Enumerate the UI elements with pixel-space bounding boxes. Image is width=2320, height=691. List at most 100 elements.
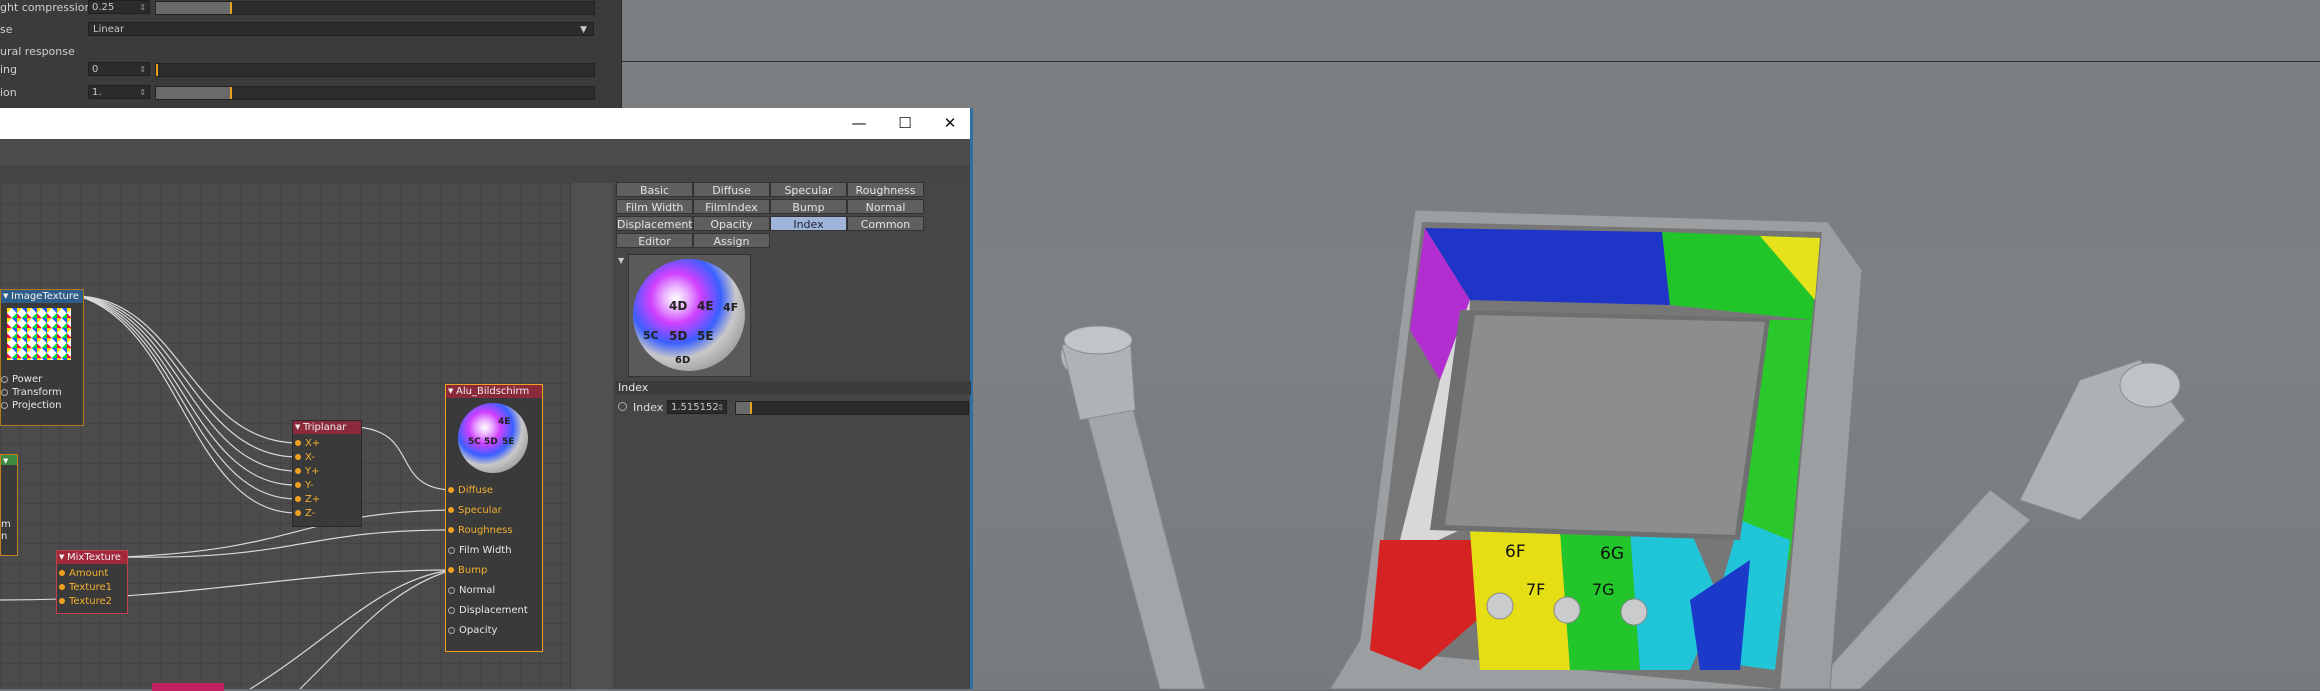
spinner-icon[interactable]: ⇕ (717, 401, 724, 415)
port-label: X+ (305, 438, 321, 449)
ing-slider[interactable] (155, 63, 595, 77)
port-z-minus[interactable]: Z- (295, 508, 315, 519)
port-label: Transform (12, 387, 62, 398)
setting-row-natural-response: ural response (0, 44, 621, 60)
spinner-icon[interactable]: ⇕ (139, 86, 146, 100)
preview-cell-label: 4E (498, 417, 511, 427)
mix-texture-node[interactable]: MixTexture Amount Texture1 Texture2 (56, 550, 128, 614)
port-power[interactable]: Power (1, 374, 42, 385)
alu-material-node[interactable]: Alu_Bildschirm 4E 5C 5D 5E Diffuse Specu… (445, 384, 543, 652)
port-diffuse[interactable]: Diffuse (448, 485, 493, 496)
tab-assign[interactable]: Assign (693, 233, 770, 248)
render-settings-panel: ght compression 0.25 ⇕ se Linear ▼ ural re… (0, 0, 622, 108)
node-header[interactable]: MixTexture (57, 551, 127, 564)
window-titlebar[interactable]: — ☐ ✕ (0, 108, 973, 140)
port-projection[interactable]: Projection (1, 400, 61, 411)
tab-basic[interactable]: Basic (616, 182, 693, 197)
preview-sphere: 4D 4E 4F 5C 5D 5E 6D (633, 259, 745, 371)
panel-divider[interactable] (570, 183, 614, 689)
port-label: Power (12, 374, 43, 385)
preview-cell-label: 5D (669, 329, 688, 343)
port-label: X- (305, 452, 315, 463)
port-specular[interactable]: Specular (448, 505, 502, 516)
port-y-plus[interactable]: Y+ (295, 466, 320, 477)
field-value: 0 (92, 64, 99, 75)
right-joystick-arm (1809, 359, 2186, 689)
window-edge (970, 108, 973, 689)
partial-bottom-node[interactable] (152, 683, 224, 691)
port-x-plus[interactable]: X+ (295, 438, 320, 449)
port-texture2[interactable]: Texture2 (59, 596, 112, 607)
tab-opacity[interactable]: Opacity (693, 216, 770, 231)
preview-cell-label: 4F (723, 301, 739, 314)
setting-label: ing (0, 63, 18, 76)
tab-roughness[interactable]: Roughness (847, 182, 924, 197)
preview-cell-label: 5E (502, 437, 515, 447)
port-film-width[interactable]: Film Width (448, 545, 512, 556)
cabinet-body (1329, 209, 1863, 689)
setting-row-response: se Linear ▼ (0, 22, 621, 38)
triplanar-node[interactable]: Triplanar X+ X- Y+ Y- Z+ Z- (292, 420, 362, 527)
ion-slider[interactable] (155, 86, 595, 100)
port-y-minus[interactable]: Y- (295, 480, 314, 491)
port-label: Film Width (459, 545, 512, 556)
port-label: Specular (458, 505, 502, 516)
minimize-button[interactable]: — (836, 108, 882, 139)
partial-node[interactable]: m n (0, 454, 18, 556)
spinner-icon[interactable]: ⇕ (139, 1, 146, 15)
response-dropdown[interactable]: Linear ▼ (88, 22, 594, 36)
tab-specular[interactable]: Specular (770, 182, 847, 197)
port-displacement[interactable]: Displacement (448, 605, 528, 616)
tab-common[interactable]: Common (847, 216, 924, 231)
index-param-row: Index 1.515152 ⇕ (615, 400, 971, 416)
port-opacity[interactable]: Opacity (448, 625, 497, 636)
tab-normal[interactable]: Normal (847, 199, 924, 214)
index-value-field[interactable]: 1.515152 ⇕ (667, 400, 727, 414)
node-header[interactable]: Triplanar (293, 421, 361, 434)
tab-film-width[interactable]: Film Width (616, 199, 693, 214)
slider-handle[interactable] (230, 2, 233, 14)
ing-field[interactable]: 0 ⇕ (88, 62, 150, 76)
node-header[interactable]: ImageTexture (1, 290, 83, 303)
port-transform[interactable]: Transform (1, 387, 62, 398)
partial-port-m[interactable]: m (1, 519, 11, 530)
compression-slider[interactable] (155, 1, 595, 15)
port-texture1[interactable]: Texture1 (59, 582, 112, 593)
ion-field[interactable]: 1. ⇕ (88, 85, 150, 99)
slider-handle[interactable] (230, 87, 233, 99)
port-roughness[interactable]: Roughness (448, 525, 513, 536)
partial-port-n[interactable]: n (1, 531, 7, 542)
radio-icon[interactable] (618, 402, 627, 411)
spinner-icon[interactable]: ⇕ (139, 63, 146, 77)
tab-filmindex[interactable]: FilmIndex (693, 199, 770, 214)
maximize-button[interactable]: ☐ (882, 108, 928, 139)
tab-displacement[interactable]: Displacement (616, 216, 693, 231)
section-title: Index (618, 381, 649, 394)
port-label: Opacity (459, 625, 498, 636)
node-header[interactable] (1, 455, 17, 468)
menu-bar (0, 139, 973, 166)
slider-handle[interactable] (749, 402, 752, 414)
screen-label-7f: 7F (1526, 580, 1546, 599)
field-value: 0.25 (92, 2, 115, 13)
port-normal[interactable]: Normal (448, 585, 495, 596)
tab-editor[interactable]: Editor (616, 233, 693, 248)
index-section-header[interactable]: Index (615, 381, 971, 395)
port-amount[interactable]: Amount (59, 568, 108, 579)
tab-bump[interactable]: Bump (770, 199, 847, 214)
close-button[interactable]: ✕ (927, 108, 973, 139)
slider-fill (156, 87, 231, 99)
port-z-plus[interactable]: Z+ (295, 494, 320, 505)
image-texture-node[interactable]: ImageTexture Power Transform Projection (0, 289, 84, 426)
port-bump[interactable]: Bump (448, 565, 487, 576)
collapse-arrow-icon[interactable]: ▼ (618, 256, 624, 265)
screen-label-6f: 6F (1505, 542, 1526, 562)
index-slider[interactable] (735, 401, 969, 415)
node-header[interactable]: Alu_Bildschirm (446, 385, 542, 398)
compression-field[interactable]: 0.25 ⇕ (88, 0, 150, 14)
port-x-minus[interactable]: X- (295, 452, 315, 463)
tab-diffuse[interactable]: Diffuse (693, 182, 770, 197)
slider-handle[interactable] (156, 64, 158, 76)
tab-index[interactable]: Index (770, 216, 847, 231)
index-label: Index (633, 401, 664, 414)
